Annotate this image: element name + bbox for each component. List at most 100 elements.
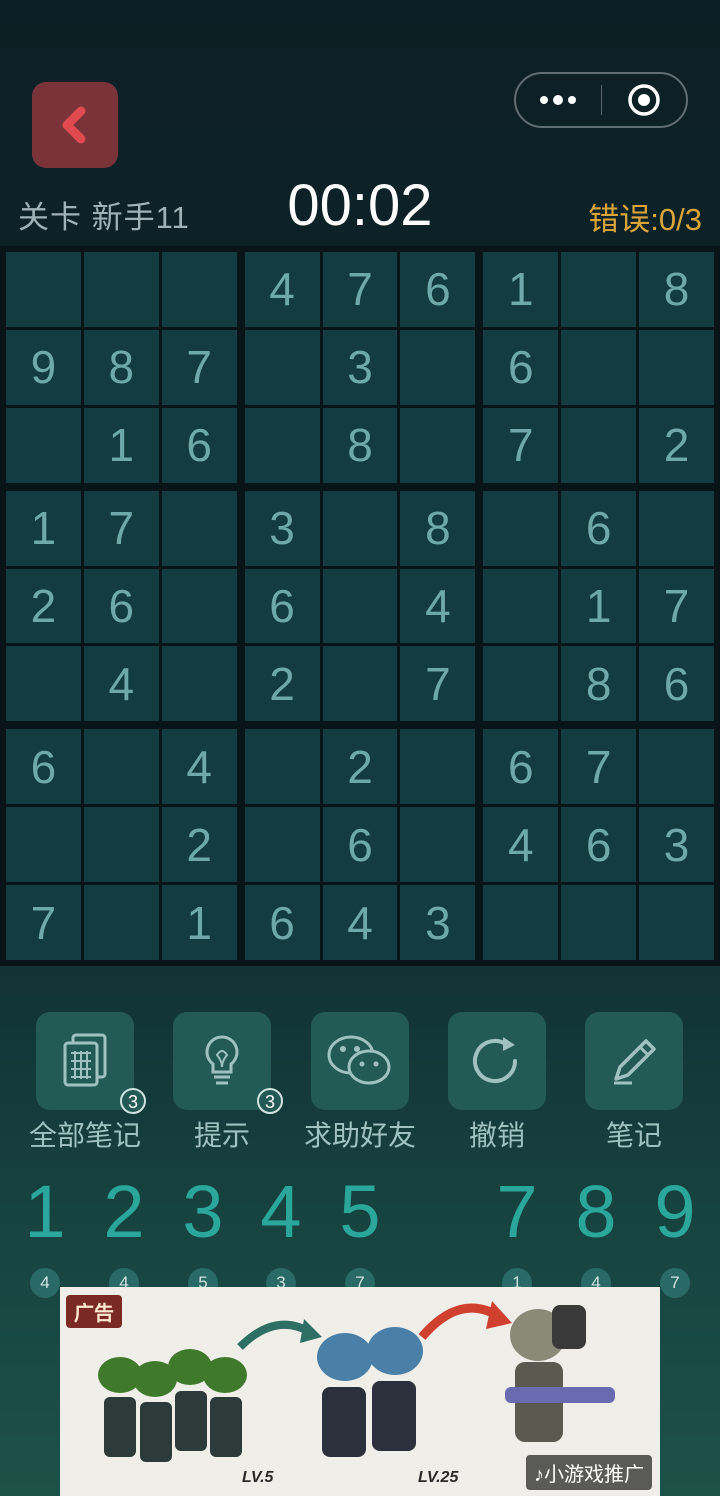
more-button[interactable] xyxy=(516,74,601,126)
sudoku-cell[interactable]: 8 xyxy=(561,646,637,722)
back-button[interactable] xyxy=(32,82,118,168)
sudoku-cell[interactable]: 7 xyxy=(561,729,637,805)
sudoku-cell[interactable]: 6 xyxy=(639,646,714,722)
sudoku-cell[interactable] xyxy=(322,646,398,722)
sudoku-cell[interactable] xyxy=(83,807,159,883)
sudoku-cell[interactable]: 7 xyxy=(322,252,398,327)
sudoku-cell[interactable] xyxy=(6,807,81,883)
sudoku-cell[interactable]: 6 xyxy=(244,568,320,644)
more-dots-icon xyxy=(540,95,577,105)
sudoku-cell[interactable] xyxy=(161,252,237,327)
sudoku-cell[interactable]: 2 xyxy=(6,568,81,644)
sudoku-cell[interactable]: 4 xyxy=(322,885,398,960)
sudoku-cell[interactable]: 2 xyxy=(639,407,714,483)
sudoku-cell[interactable] xyxy=(244,407,320,483)
sudoku-cell[interactable]: 3 xyxy=(322,329,398,405)
number-key-7[interactable]: 71 xyxy=(482,1172,552,1298)
sudoku-cell[interactable]: 6 xyxy=(483,729,559,805)
sudoku-cell[interactable]: 7 xyxy=(400,646,476,722)
sudoku-cell[interactable] xyxy=(6,407,81,483)
sudoku-cell[interactable] xyxy=(244,329,320,405)
sudoku-cell[interactable]: 8 xyxy=(322,407,398,483)
sudoku-cell[interactable] xyxy=(161,490,237,566)
sudoku-cell[interactable] xyxy=(6,646,81,722)
sudoku-cell[interactable]: 7 xyxy=(161,329,237,405)
number-key-8[interactable]: 84 xyxy=(561,1172,631,1298)
sudoku-cell[interactable]: 7 xyxy=(83,490,159,566)
sudoku-cell[interactable]: 1 xyxy=(83,407,159,483)
sudoku-cell[interactable] xyxy=(561,407,637,483)
sudoku-cell[interactable] xyxy=(83,729,159,805)
sudoku-cell[interactable]: 1 xyxy=(161,885,237,960)
sudoku-cell[interactable] xyxy=(483,885,559,960)
number-key-4[interactable]: 43 xyxy=(246,1172,316,1298)
sudoku-cell[interactable] xyxy=(483,568,559,644)
sudoku-cell[interactable] xyxy=(322,490,398,566)
sudoku-cell[interactable]: 6 xyxy=(483,329,559,405)
all-notes-button[interactable]: 3 全部笔记 xyxy=(15,1012,155,1154)
sudoku-cell[interactable]: 2 xyxy=(244,646,320,722)
sudoku-cell[interactable]: 6 xyxy=(561,807,637,883)
sudoku-cell[interactable]: 2 xyxy=(322,729,398,805)
sudoku-cell[interactable]: 6 xyxy=(322,807,398,883)
number-digit: 4 xyxy=(260,1170,302,1253)
sudoku-cell[interactable]: 6 xyxy=(161,407,237,483)
sudoku-cell[interactable]: 8 xyxy=(83,329,159,405)
number-key-2[interactable]: 24 xyxy=(89,1172,159,1298)
sudoku-cell[interactable]: 1 xyxy=(483,252,559,327)
undo-button[interactable]: 撤销 xyxy=(427,1012,567,1154)
sudoku-cell[interactable] xyxy=(561,885,637,960)
sudoku-cell[interactable] xyxy=(400,807,476,883)
sudoku-cell[interactable] xyxy=(639,329,714,405)
sudoku-cell[interactable] xyxy=(639,729,714,805)
sudoku-cell[interactable]: 6 xyxy=(561,490,637,566)
sudoku-cell[interactable]: 4 xyxy=(83,646,159,722)
sudoku-cell[interactable]: 1 xyxy=(6,490,81,566)
sudoku-cell[interactable]: 8 xyxy=(400,490,476,566)
sudoku-cell[interactable]: 8 xyxy=(639,252,714,327)
number-key-3[interactable]: 35 xyxy=(168,1172,238,1298)
sudoku-cell[interactable]: 6 xyxy=(400,252,476,327)
number-key-1[interactable]: 14 xyxy=(10,1172,80,1298)
sudoku-cell[interactable]: 7 xyxy=(639,568,714,644)
sudoku-cell[interactable]: 6 xyxy=(6,729,81,805)
sudoku-cell[interactable] xyxy=(400,729,476,805)
sudoku-cell[interactable]: 4 xyxy=(244,252,320,327)
notes-toggle-button[interactable]: 笔记 xyxy=(564,1012,704,1154)
sudoku-cell[interactable]: 4 xyxy=(483,807,559,883)
sudoku-cell[interactable]: 3 xyxy=(400,885,476,960)
sudoku-cell[interactable] xyxy=(83,252,159,327)
sudoku-cell[interactable] xyxy=(483,490,559,566)
sudoku-cell[interactable]: 3 xyxy=(244,490,320,566)
sudoku-cell[interactable]: 3 xyxy=(639,807,714,883)
number-key-5[interactable]: 57 xyxy=(325,1172,395,1298)
sudoku-cell[interactable]: 1 xyxy=(561,568,637,644)
sudoku-cell[interactable]: 7 xyxy=(483,407,559,483)
close-miniprogram-button[interactable] xyxy=(602,74,687,126)
sudoku-cell[interactable] xyxy=(161,646,237,722)
sudoku-cell[interactable] xyxy=(322,568,398,644)
sudoku-cell[interactable] xyxy=(639,490,714,566)
sudoku-cell[interactable] xyxy=(83,885,159,960)
ask-friend-button[interactable]: 求助好友 xyxy=(290,1012,430,1154)
sudoku-cell[interactable] xyxy=(244,729,320,805)
sudoku-cell[interactable] xyxy=(161,568,237,644)
sudoku-cell[interactable] xyxy=(483,646,559,722)
hint-button[interactable]: 3 提示 xyxy=(152,1012,292,1154)
sudoku-cell[interactable] xyxy=(400,407,476,483)
sudoku-cell[interactable] xyxy=(6,252,81,327)
ad-banner[interactable]: 广告 LV.5 LV.25 ♪小游戏推广 xyxy=(60,1287,660,1496)
sudoku-cell[interactable]: 6 xyxy=(83,568,159,644)
sudoku-cell[interactable] xyxy=(639,885,714,960)
sudoku-cell[interactable]: 6 xyxy=(244,885,320,960)
sudoku-cell[interactable]: 2 xyxy=(161,807,237,883)
sudoku-cell[interactable] xyxy=(561,329,637,405)
sudoku-cell[interactable] xyxy=(400,329,476,405)
sudoku-cell[interactable]: 9 xyxy=(6,329,81,405)
number-key-9[interactable]: 97 xyxy=(640,1172,710,1298)
sudoku-cell[interactable]: 4 xyxy=(161,729,237,805)
sudoku-cell[interactable]: 7 xyxy=(6,885,81,960)
sudoku-cell[interactable] xyxy=(244,807,320,883)
sudoku-cell[interactable] xyxy=(561,252,637,327)
sudoku-cell[interactable]: 4 xyxy=(400,568,476,644)
